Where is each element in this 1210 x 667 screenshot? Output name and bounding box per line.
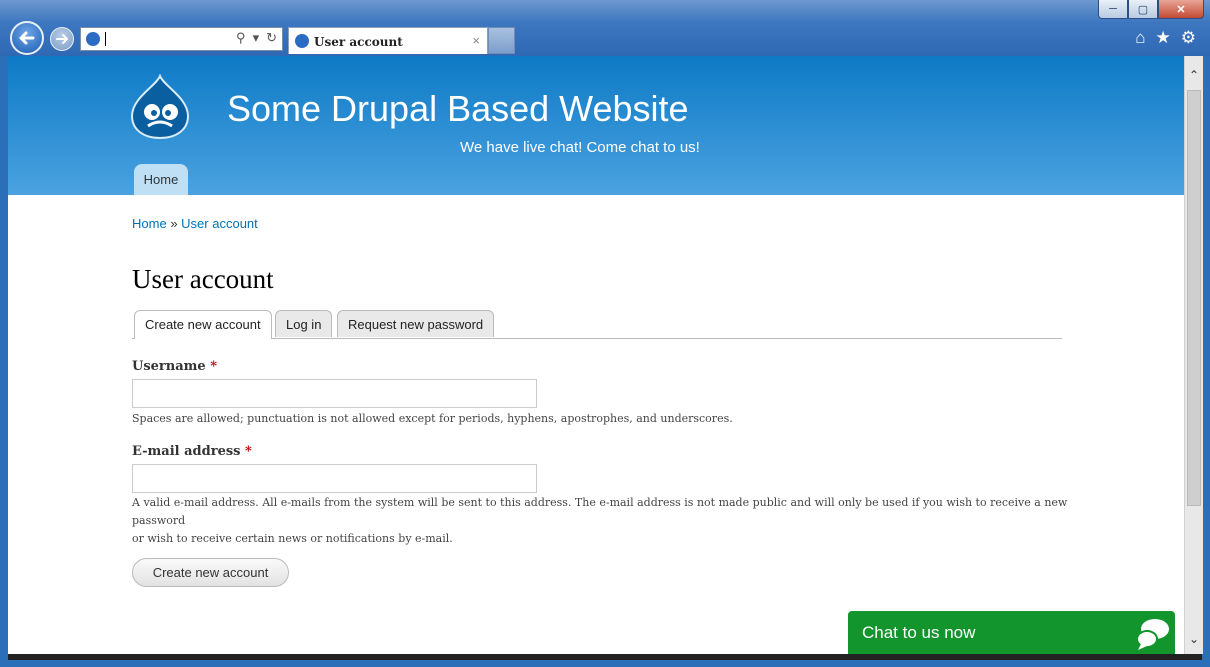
chat-widget[interactable]: Chat to us now	[848, 611, 1175, 654]
maximize-icon[interactable]: ▢	[1128, 0, 1158, 19]
email-label: E-mail address *	[132, 444, 252, 459]
email-field[interactable]	[132, 464, 537, 493]
drupal-logo-icon[interactable]	[130, 74, 190, 140]
status-strip	[8, 654, 1202, 660]
window-controls: ─ ▢ ✕	[1098, 0, 1204, 19]
minimize-icon[interactable]: ─	[1098, 0, 1128, 19]
tab-create-account[interactable]: Create new account	[134, 310, 272, 339]
forward-button[interactable]	[50, 27, 74, 51]
close-tab-icon[interactable]: ×	[472, 33, 480, 48]
arrow-right-icon	[56, 34, 68, 44]
username-help: Spaces are allowed; punctuation is not a…	[132, 412, 733, 425]
site-name[interactable]: Some Drupal Based Website	[227, 88, 689, 130]
required-marker: *	[210, 359, 218, 374]
scroll-up-icon[interactable]: ⌃	[1185, 66, 1203, 84]
email-help: A valid e-mail address. All e-mails from…	[132, 494, 1072, 548]
page-viewport: Some Drupal Based Website We have live c…	[8, 56, 1184, 654]
create-account-button[interactable]: Create new account	[132, 558, 289, 587]
page-title: User account	[132, 264, 274, 294]
browser-tab[interactable]: User account ×	[288, 27, 488, 54]
scroll-thumb[interactable]	[1187, 90, 1201, 506]
required-marker: *	[245, 444, 252, 459]
text-caret	[105, 32, 106, 46]
username-label-text: Username	[132, 359, 206, 374]
close-window-icon[interactable]: ✕	[1158, 0, 1204, 19]
refresh-icon[interactable]: ↻	[266, 30, 277, 46]
browser-toolbar-icons: ⌂ ★ ⚙	[1135, 28, 1196, 48]
site-header: Some Drupal Based Website We have live c…	[8, 56, 1184, 195]
chat-bubbles-icon	[1136, 619, 1169, 650]
chat-label: Chat to us now	[862, 623, 976, 642]
site-slogan: We have live chat! Come chat to us!	[460, 139, 700, 156]
gear-icon[interactable]: ⚙	[1181, 28, 1196, 48]
home-icon[interactable]: ⌂	[1135, 28, 1145, 48]
new-tab-button[interactable]	[488, 27, 515, 54]
username-field[interactable]	[132, 379, 537, 408]
nav-home[interactable]: Home	[134, 164, 188, 195]
breadcrumb-current[interactable]: User account	[181, 216, 258, 231]
tab-log-in[interactable]: Log in	[275, 310, 333, 337]
breadcrumb-home[interactable]: Home	[132, 216, 167, 231]
star-icon[interactable]: ★	[1156, 28, 1171, 48]
username-label: Username *	[132, 359, 217, 374]
address-tools: ⚲ ▾ ↻	[236, 30, 277, 46]
breadcrumb-separator: »	[170, 216, 178, 231]
tab-request-password[interactable]: Request new password	[337, 310, 495, 337]
email-help-line-1: A valid e-mail address. All e-mails from…	[132, 496, 1068, 527]
ie-page-icon	[295, 34, 309, 48]
search-icon[interactable]: ⚲	[236, 30, 246, 46]
email-label-text: E-mail address	[132, 444, 241, 459]
email-help-line-2: or wish to receive certain news or notif…	[132, 532, 453, 545]
tab-title: User account	[314, 35, 403, 49]
back-button[interactable]	[10, 21, 44, 55]
ie-page-icon	[86, 32, 100, 46]
address-bar[interactable]: ⚲ ▾ ↻	[80, 27, 283, 51]
dropdown-icon[interactable]: ▾	[253, 30, 260, 46]
scroll-down-icon[interactable]: ⌄	[1185, 630, 1203, 648]
browser-chrome: ─ ▢ ✕ ⚲ ▾ ↻ User account × ⌂ ★ ⚙	[0, 0, 1210, 56]
account-tabs: Create new account Log in Request new pa…	[132, 310, 1062, 339]
arrow-left-icon	[19, 31, 35, 45]
breadcrumb: Home » User account	[132, 216, 258, 231]
vertical-scrollbar[interactable]: ⌃ ⌄	[1184, 56, 1203, 654]
